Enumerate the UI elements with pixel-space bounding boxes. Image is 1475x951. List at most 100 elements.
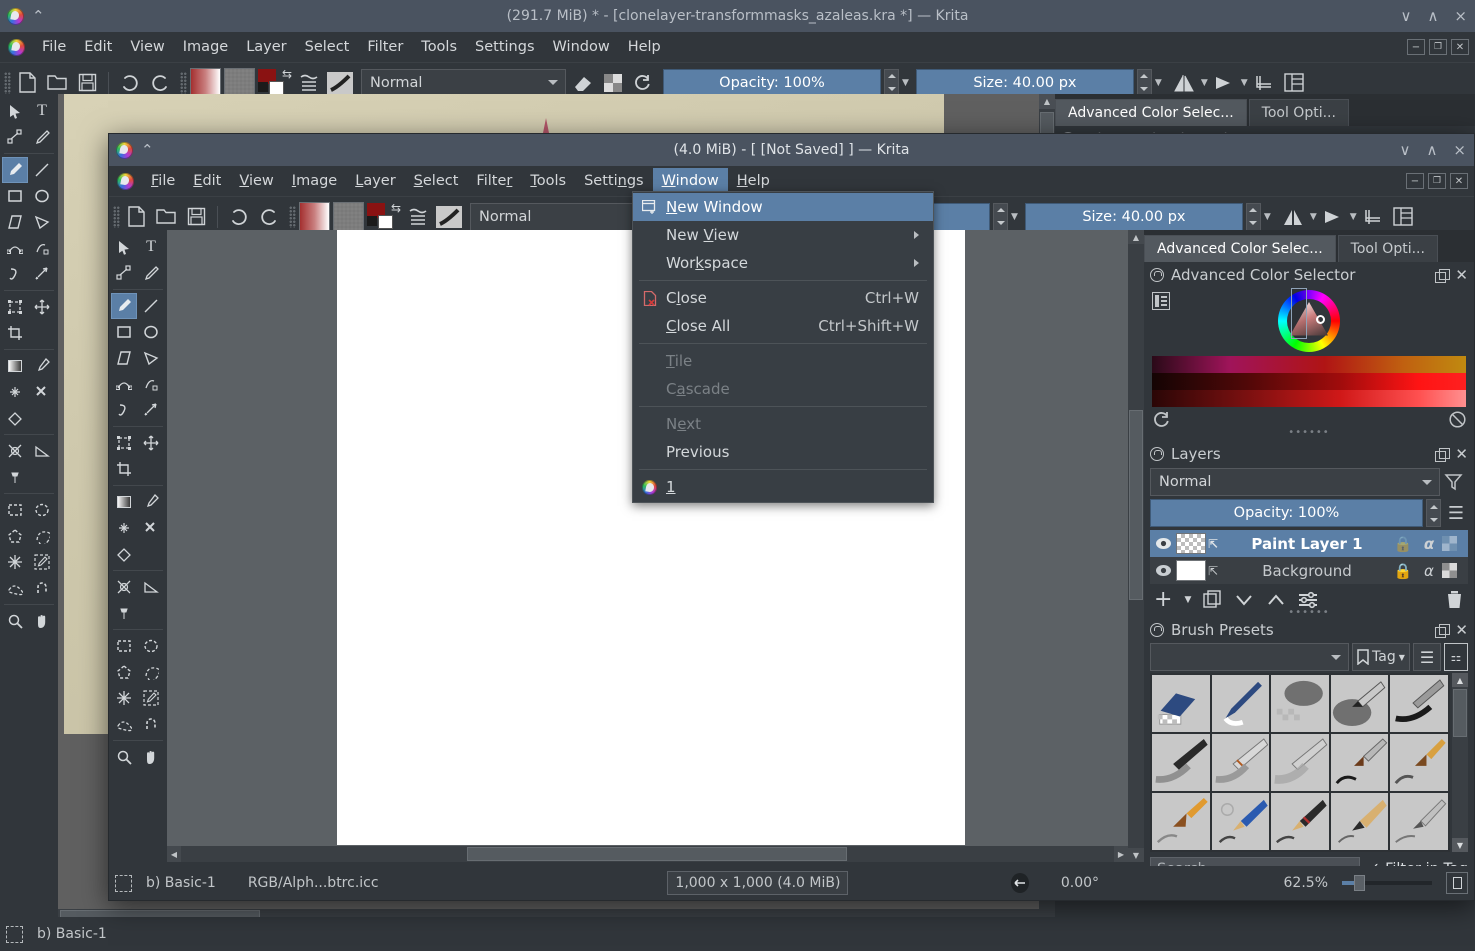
size-spinner[interactable]	[1137, 69, 1152, 97]
tool-pan-icon[interactable]	[29, 608, 55, 634]
fg-save-file-icon[interactable]	[183, 203, 210, 230]
layers-action-bar[interactable]: + ▼	[1144, 584, 1474, 609]
brush-tag-combo[interactable]	[1150, 643, 1349, 671]
fg-tool-fill-icon[interactable]	[111, 541, 137, 567]
tag-button[interactable]: Tag ▼	[1352, 643, 1410, 671]
layer-opacity-slider[interactable]: Opacity: 100%	[1150, 499, 1423, 527]
mirror-h-dropdown-icon[interactable]: ▼	[1201, 78, 1208, 88]
fg-tool-freehand-path-icon[interactable]	[138, 371, 164, 397]
fg-menu-filter[interactable]: Filter	[467, 168, 521, 194]
layer-link-icon[interactable]: ⇱	[1208, 537, 1224, 551]
list-item[interactable]	[1331, 793, 1389, 850]
fg-tool-line-icon[interactable]	[138, 293, 164, 319]
bg-mdi-buttons[interactable]: − ❐ ✕	[1407, 39, 1469, 55]
layer-filter-icon[interactable]	[1444, 473, 1468, 492]
tool-similar-color-select-icon[interactable]	[29, 549, 55, 575]
collapse-chevron-icon[interactable]: ⌃	[32, 7, 45, 25]
preset-list-mode-button[interactable]: ☰	[1413, 643, 1441, 671]
layer-thumbnail[interactable]	[1176, 560, 1206, 581]
menu-item-workspace[interactable]: Workspace	[633, 249, 933, 277]
toolbar-grip-2[interactable]	[180, 72, 187, 94]
add-layer-dropdown-icon[interactable]: ▼	[1184, 595, 1191, 605]
color-selector-lock-icon[interactable]	[1150, 268, 1164, 282]
size-dropdown-icon[interactable]: ▼	[1155, 78, 1162, 88]
fg-close-button[interactable]: ×	[1453, 141, 1466, 159]
color-selector-body[interactable]: ••••••	[1144, 288, 1474, 441]
color-wheel[interactable]	[1278, 290, 1340, 352]
tool-zoom-icon[interactable]	[2, 608, 28, 634]
bg-menu-edit[interactable]: Edit	[75, 34, 121, 60]
color-selector-float-icon[interactable]	[1435, 269, 1448, 282]
layers-menu-icon[interactable]: ☰	[1444, 503, 1468, 524]
pattern-swatch[interactable]	[224, 68, 255, 98]
menu-item-previous[interactable]: Previous	[633, 438, 933, 466]
layers-list[interactable]: ⇱ Paint Layer 1 🔒 α ⇱ Background 🔒 α	[1150, 530, 1468, 584]
fg-tool-contiguous-select-icon[interactable]	[111, 685, 137, 711]
tool-transform-icon[interactable]	[2, 294, 28, 320]
opacity-spinner[interactable]	[884, 69, 899, 97]
table-row[interactable]: ⇱ Paint Layer 1 🔒 α	[1150, 530, 1468, 557]
menu-item-close-all[interactable]: Close All Ctrl+Shift+W	[633, 312, 933, 340]
tool-line-icon[interactable]	[29, 157, 55, 183]
move-layer-up-button[interactable]	[1266, 593, 1286, 607]
fg-docker-tabs[interactable]: Advanced Color Selec... Tool Opti...	[1144, 230, 1474, 262]
mdi-minimize-icon[interactable]: −	[1407, 39, 1425, 55]
background-toolbox[interactable]: T	[0, 94, 58, 951]
fg-menu-edit[interactable]: Edit	[184, 168, 230, 194]
tool-freehand-path-icon[interactable]	[29, 235, 55, 261]
gradient-swatch[interactable]	[190, 68, 221, 98]
fg-mdi-buttons[interactable]: − ❐ ✕	[1406, 173, 1468, 189]
list-item[interactable]	[1390, 734, 1448, 791]
close-button[interactable]: ×	[1454, 7, 1467, 25]
tool-reference-images-icon[interactable]	[2, 464, 28, 490]
tool-polyline-icon[interactable]	[29, 209, 55, 235]
list-item[interactable]	[1212, 675, 1270, 732]
fg-mirror-vertical-icon[interactable]	[1320, 203, 1347, 230]
fg-tool-edit-shapes-icon[interactable]	[111, 260, 137, 286]
tool-bezier-select-icon[interactable]	[2, 575, 28, 601]
tool-shape-select-icon[interactable]	[2, 98, 28, 124]
brush-preset-icon[interactable]	[325, 69, 355, 96]
list-item[interactable]	[1331, 675, 1389, 732]
tool-edit-shapes-icon[interactable]	[2, 124, 28, 150]
brush-presets-lock-icon[interactable]	[1150, 623, 1164, 637]
tool-crop-icon[interactable]	[2, 320, 28, 346]
tool-measure-icon[interactable]	[29, 438, 55, 464]
bg-menu-tools[interactable]: Tools	[412, 34, 466, 60]
tool-freehand-select-icon[interactable]	[29, 523, 55, 549]
tool-text-icon[interactable]: T	[29, 98, 55, 124]
save-file-icon[interactable]	[74, 69, 101, 96]
bg-menu-image[interactable]: Image	[174, 34, 237, 60]
opacity-slider[interactable]: Opacity: 100%	[663, 69, 881, 97]
tool-rect-select-icon[interactable]	[2, 497, 28, 523]
layers-float-icon[interactable]	[1435, 448, 1448, 461]
fg-tool-freehand-brush-icon[interactable]	[111, 293, 137, 319]
fg-tool-smart-patch-icon[interactable]	[138, 515, 164, 541]
opacity-dropdown-icon[interactable]: ▼	[902, 78, 909, 88]
fg-brush-preset-icon[interactable]	[434, 203, 464, 230]
layer-visibility-icon[interactable]	[1150, 537, 1176, 550]
foreground-window[interactable]: ⌃ (4.0 MiB) - [ [Not Saved] ] — Krita ∨ …	[108, 133, 1475, 901]
fg-tool-transform-icon[interactable]	[111, 430, 137, 456]
list-item[interactable]	[1271, 793, 1329, 850]
fg-tool-crop-icon[interactable]	[111, 456, 137, 482]
layer-name[interactable]: Background	[1224, 562, 1390, 580]
fg-menu-select[interactable]: Select	[405, 168, 468, 194]
minimize-button[interactable]: ∨	[1400, 7, 1411, 25]
fg-tool-ellipse-select-icon[interactable]	[138, 633, 164, 659]
list-item[interactable]	[1212, 734, 1270, 791]
blend-mode-combo[interactable]: Normal	[361, 69, 566, 97]
background-menubar[interactable]: File Edit View Image Layer Select Filter…	[0, 32, 1475, 62]
mirror-horizontal-icon[interactable]	[1171, 69, 1198, 96]
fg-tool-dynamic-brush-icon[interactable]	[111, 397, 137, 423]
layer-name[interactable]: Paint Layer 1	[1224, 535, 1390, 553]
tool-polygon-icon[interactable]	[2, 209, 28, 235]
preset-scroll-thumb[interactable]	[1453, 689, 1467, 737]
layer-alpha-flag[interactable]: α	[1416, 535, 1442, 553]
layer-thumbnail[interactable]	[1176, 533, 1206, 554]
fg-tool-pan-icon[interactable]	[138, 744, 164, 770]
bg-menu-filter[interactable]: Filter	[358, 34, 412, 60]
bg-menu-select[interactable]: Select	[296, 34, 359, 60]
fg-mirror-horizontal-icon[interactable]	[1280, 203, 1307, 230]
layer-properties-button[interactable]	[1298, 591, 1318, 609]
